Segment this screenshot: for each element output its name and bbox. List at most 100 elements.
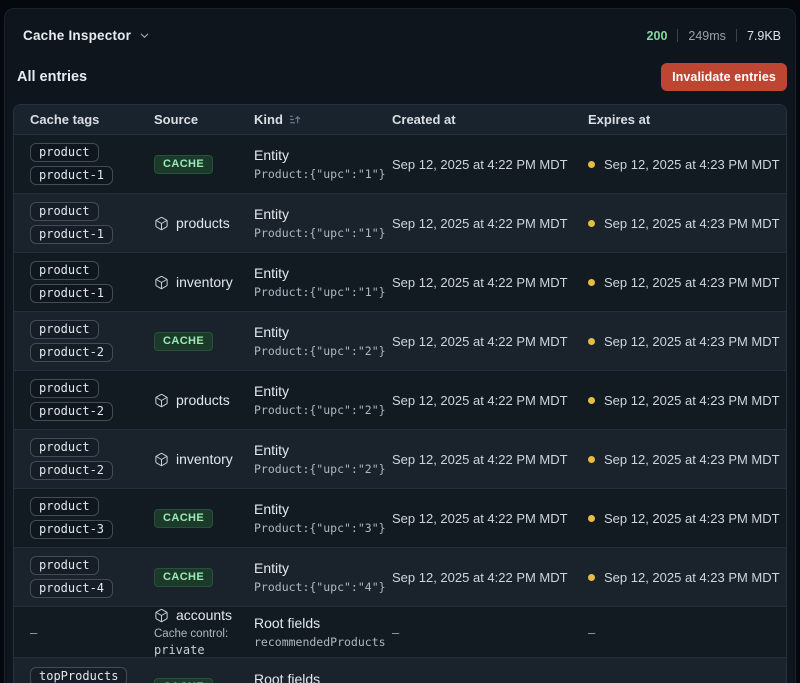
kind-key: Product:{"upc":"2"} <box>254 462 392 476</box>
table-row[interactable]: productproduct-2inventoryEntityProduct:{… <box>14 429 786 488</box>
kind-key: Product:{"upc":"1"} <box>254 285 392 299</box>
kind-cell: EntityProduct:{"upc":"1"} <box>254 147 392 181</box>
created-at-value: Sep 12, 2025 at 4:22 PM MDT <box>392 334 568 349</box>
cache-tag-chip[interactable]: product <box>30 497 99 516</box>
kind-key: Product:{"upc":"2"} <box>254 344 392 358</box>
table-row[interactable]: product product-1 productsEntityProduct:{"… <box>14 193 786 252</box>
expires-at-value: Sep 12, 2025 at 4:23 PM MDT <box>604 570 780 585</box>
table-row[interactable]: – accountsCache control:privateRoot field… <box>14 606 786 657</box>
kind-cell: Root fieldsrecommendedProducts <box>254 615 392 649</box>
created-at-value: Sep 12, 2025 at 4:22 PM MDT <box>392 570 568 585</box>
created-at-value: Sep 12, 2025 at 4:22 PM MDT <box>392 216 568 231</box>
cache-tag-chip[interactable]: product-1 <box>30 225 113 244</box>
cache-tag-chip[interactable]: product <box>30 261 99 280</box>
cache-tag-chip[interactable]: product <box>30 379 99 398</box>
cache-source-badge: CACHE <box>154 509 213 528</box>
cache-tag-chip[interactable]: product <box>30 143 99 162</box>
created-at-cell: Sep 12, 2025 at 4:22 PM MDT <box>392 393 588 408</box>
created-at-cell: Sep 12, 2025 at 4:22 PM MDT <box>392 511 588 526</box>
kind-cell: Entity Product:{"upc":"1"} <box>254 265 392 299</box>
status-code: 200 <box>647 29 668 43</box>
cache-tags-cell: product product-3 <box>14 489 154 547</box>
cache-source-badge: CACHE <box>154 568 213 587</box>
divider <box>677 29 678 42</box>
expires-status-dot <box>588 220 595 227</box>
cache-tags-cell: product product-1 <box>14 194 154 252</box>
expires-status-dot <box>588 161 595 168</box>
table-row[interactable]: product product-1 CACHE EntityProduct:{"upc… <box>14 135 786 193</box>
column-label: Expires at <box>588 112 650 127</box>
column-label: Kind <box>254 112 283 127</box>
inspector-selector-dropdown[interactable]: Cache Inspector <box>23 28 150 43</box>
expires-status-dot <box>588 574 595 581</box>
toolbar: All entries Invalidate entries <box>5 43 795 91</box>
cube-icon <box>154 608 169 623</box>
sort-icon[interactable] <box>289 113 302 126</box>
source-cell: CACHE <box>154 568 254 587</box>
table-row[interactable]: product product-1 inventoryEntity Product:{… <box>14 252 786 311</box>
expires-at-value: Sep 12, 2025 at 4:23 PM MDT <box>604 157 780 172</box>
cache-tag-chip[interactable]: product-1 <box>30 166 113 185</box>
kind-title: Root fields <box>254 671 392 683</box>
kind-cell: Root fieldstopProducts <box>254 671 392 683</box>
source-cell: CACHE <box>154 155 254 174</box>
source-cell: CACHE <box>154 332 254 351</box>
page-title: Cache Inspector <box>23 28 131 43</box>
table-row[interactable]: productproduct-4CACHEEntityProduct:{"upc… <box>14 547 786 606</box>
table-row[interactable]: product product-3 CACHE EntityProduct:{"upc… <box>14 488 786 547</box>
expires-status-dot <box>588 338 595 345</box>
cache-tag-chip[interactable]: product-2 <box>30 402 113 421</box>
kind-title: Entity <box>254 265 392 281</box>
cache-tag-chip[interactable]: product-1 <box>30 284 113 303</box>
expires-status-dot <box>588 279 595 286</box>
cache-tags-cell: product product-2 <box>14 371 154 429</box>
subgraph-name: inventory <box>176 451 233 467</box>
column-header-expires-at: Expires at <box>588 112 786 127</box>
kind-cell: EntityProduct:{"upc":"3"} <box>254 501 392 535</box>
created-at-cell: – <box>392 625 588 640</box>
cache-tag-chip[interactable]: product <box>30 556 99 575</box>
cache-tag-chip[interactable]: product <box>30 202 99 221</box>
kind-cell: EntityProduct:{"upc":"2"} <box>254 324 392 358</box>
cube-icon <box>154 275 169 290</box>
subgraph-source: products <box>154 392 254 408</box>
column-header-kind[interactable]: Kind <box>254 112 392 127</box>
cache-tag-chip[interactable]: product-2 <box>30 461 113 480</box>
table-row[interactable]: topProductstopProducts-5CACHE Root fields… <box>14 657 786 683</box>
created-at-value: – <box>392 625 399 640</box>
table-header: Cache tags Source Kind Created at Expire… <box>14 105 786 135</box>
subgraph-source: inventory <box>154 274 254 290</box>
table-row[interactable]: productproduct-2productsEntityProduct:{"… <box>14 370 786 429</box>
expires-at-value: Sep 12, 2025 at 4:23 PM MDT <box>604 216 780 231</box>
subgraph-source: inventory <box>154 451 254 467</box>
cache-tag-chip[interactable]: product <box>30 320 99 339</box>
cache-tag-chip[interactable]: product-2 <box>30 343 113 362</box>
cube-icon <box>154 216 169 231</box>
created-at-cell: Sep 12, 2025 at 4:22 PM MDT <box>392 570 588 585</box>
invalidate-entries-button[interactable]: Invalidate entries <box>661 63 787 91</box>
source-cell: products <box>154 215 254 231</box>
subgraph-source: products <box>154 215 254 231</box>
column-header-source: Source <box>154 112 254 127</box>
cache-tag-chip[interactable]: product-4 <box>30 579 113 598</box>
cache-source-badge: CACHE <box>154 155 213 174</box>
cache-source-badge: CACHE <box>154 678 213 683</box>
expires-at-cell: Sep 12, 2025 at 4:23 PM MDT <box>588 157 786 172</box>
topbar: Cache Inspector 200 249ms 7.9KB <box>5 9 795 43</box>
source-cell: accountsCache control:private <box>154 607 254 657</box>
cache-tags-cell: product product-1 <box>14 253 154 311</box>
table-row[interactable]: product product-2 CACHEEntityProduct:{"upc… <box>14 311 786 370</box>
cache-tag-chip[interactable]: product-3 <box>30 520 113 539</box>
expires-at-value: Sep 12, 2025 at 4:23 PM MDT <box>604 511 780 526</box>
cache-tag-chip[interactable]: topProducts <box>30 667 127 683</box>
cache-entries-table: Cache tags Source Kind Created at Expire… <box>13 104 787 683</box>
cache-control-label: Cache control: <box>154 628 254 640</box>
kind-key: Product:{"upc":"1"} <box>254 226 392 240</box>
expires-at-cell: Sep 12, 2025 at 4:23 PM MDT <box>588 275 786 290</box>
kind-cell: EntityProduct:{"upc":"1"} <box>254 206 392 240</box>
cache-tags-cell: topProductstopProducts-5 <box>14 659 154 683</box>
cache-tag-chip[interactable]: product <box>30 438 99 457</box>
column-label: Created at <box>392 112 456 127</box>
kind-key: Product:{"upc":"3"} <box>254 521 392 535</box>
expires-at-value: Sep 12, 2025 at 4:23 PM MDT <box>604 334 780 349</box>
